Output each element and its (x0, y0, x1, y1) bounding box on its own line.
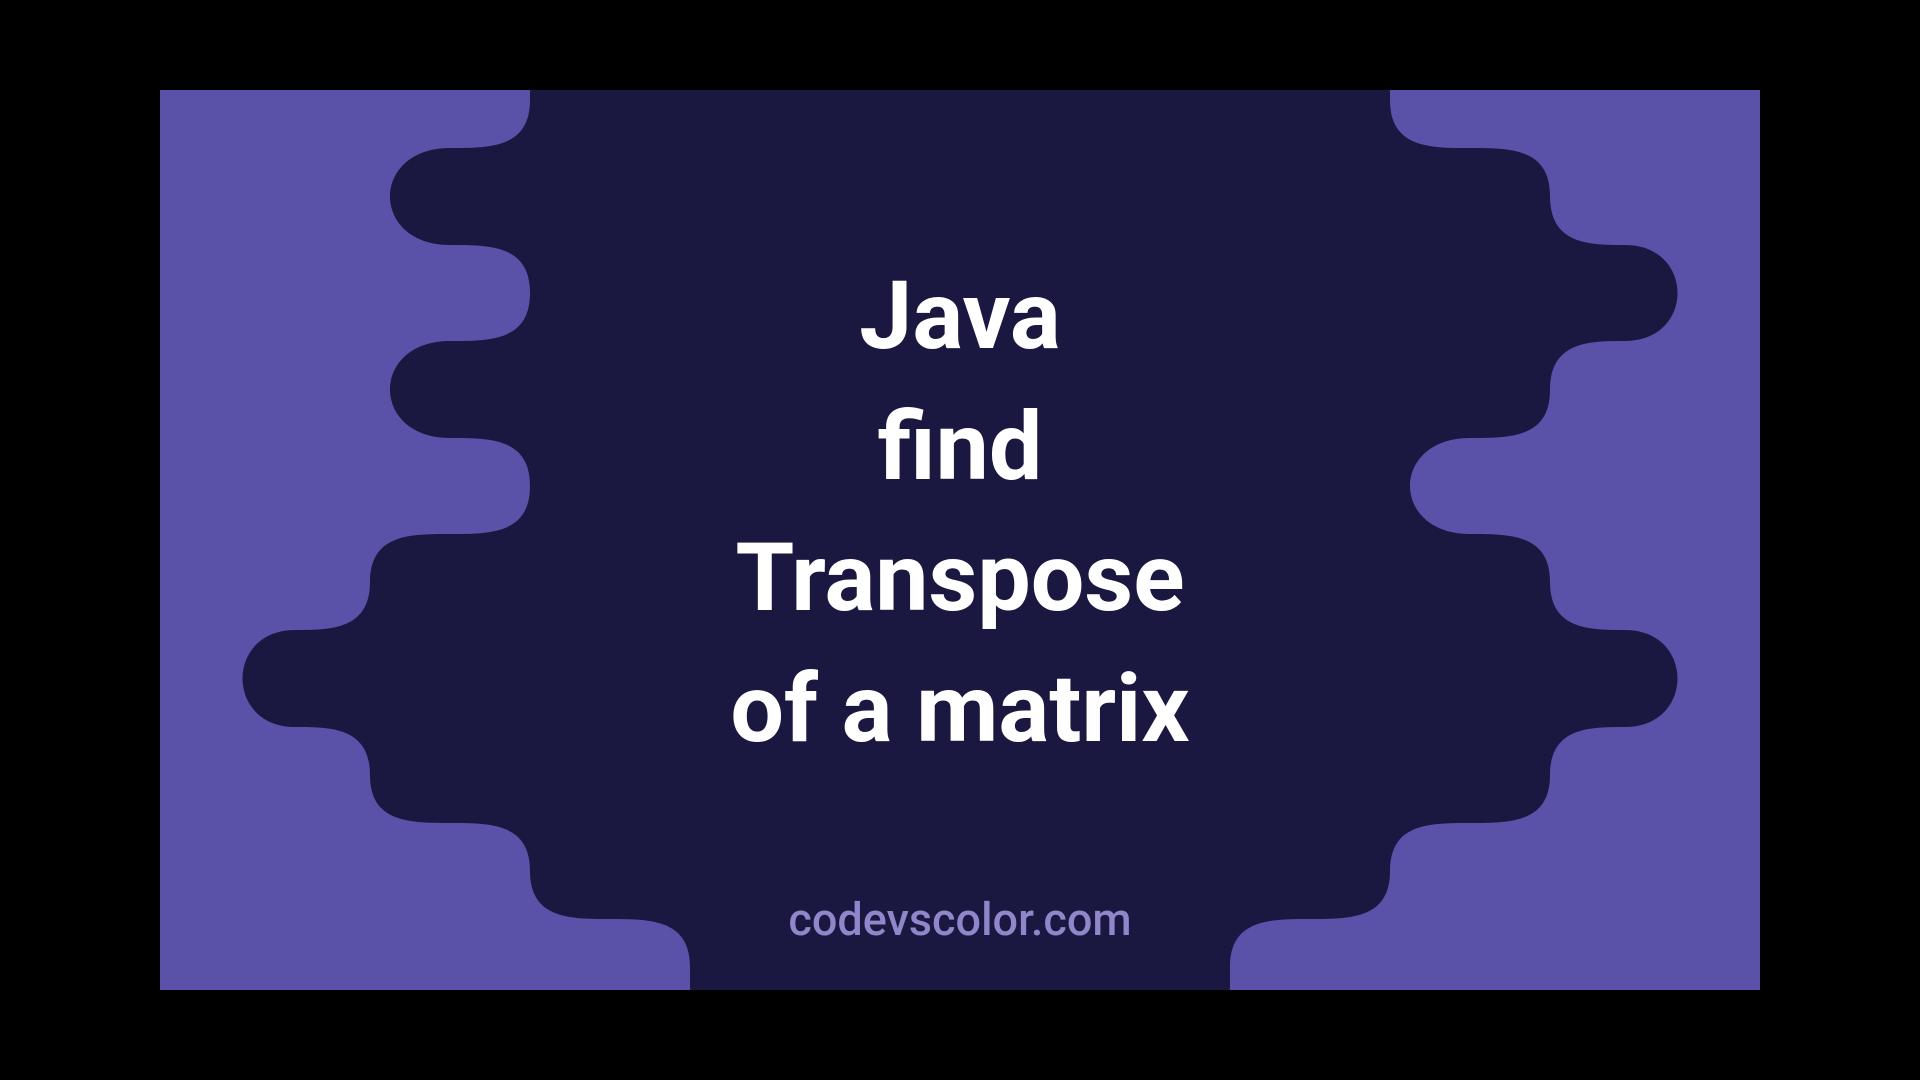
title-line-2: find (730, 382, 1189, 513)
title-line-3: Transpose (730, 513, 1189, 644)
title-line-1: Java (730, 251, 1189, 382)
hero-banner: Java find Transpose of a matrix codevsco… (160, 90, 1760, 990)
brand-label: codevscolor.com (788, 893, 1131, 946)
title-line-4: of a matrix (730, 644, 1189, 775)
main-title: Java find Transpose of a matrix (730, 251, 1189, 775)
